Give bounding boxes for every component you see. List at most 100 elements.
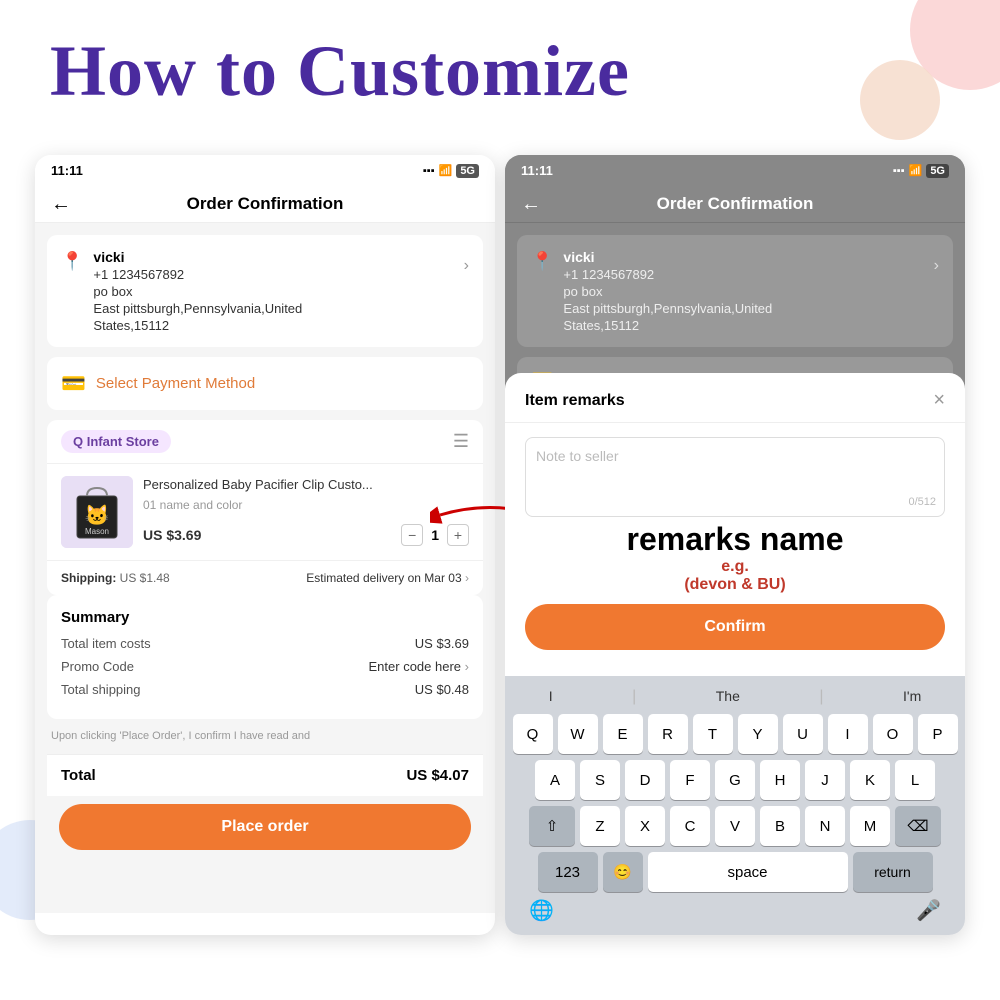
- summary-title-left: Summary: [61, 609, 469, 626]
- shipping-delivery-left: Estimated delivery on Mar 03: [306, 571, 461, 585]
- address-name-right: vicki: [563, 249, 933, 265]
- key-M[interactable]: M: [850, 806, 890, 846]
- remarks-counter: 0/512: [908, 496, 936, 508]
- key-delete[interactable]: ⌫: [895, 806, 941, 846]
- key-123[interactable]: 123: [538, 852, 598, 892]
- summary-card-left: Summary Total item costs US $3.69 Promo …: [47, 595, 483, 719]
- keyboard-suggestions: I | The | I'm: [509, 684, 961, 714]
- key-Z[interactable]: Z: [580, 806, 620, 846]
- wifi-icon: 📶: [439, 164, 453, 177]
- address-phone-left: +1 1234567892: [93, 267, 463, 282]
- shipping-row-left: Shipping: US $1.48 Estimated delivery on…: [47, 560, 483, 595]
- place-order-button[interactable]: Place order: [59, 804, 471, 850]
- signal-icon: ▪▪▪: [423, 165, 435, 177]
- key-F[interactable]: F: [670, 760, 710, 800]
- address-name-left: vicki: [93, 249, 463, 265]
- bg-decoration-peach: [860, 60, 940, 140]
- key-emoji[interactable]: 😊: [603, 852, 643, 892]
- key-mic[interactable]: 🎤: [916, 898, 941, 923]
- suggestion-3[interactable]: I'm: [903, 688, 921, 706]
- annotation-name-text: remarks name: [525, 521, 945, 558]
- key-globe[interactable]: 🌐: [529, 898, 554, 923]
- nav-header-left: ← Order Confirmation: [35, 186, 495, 223]
- store-menu-icon[interactable]: ☰: [453, 431, 469, 452]
- total-row-left: Total US $4.07: [47, 754, 483, 796]
- address-pobox-left: po box: [93, 284, 463, 299]
- key-Y[interactable]: Y: [738, 714, 778, 754]
- address-chevron-left: ›: [464, 257, 469, 275]
- key-D[interactable]: D: [625, 760, 665, 800]
- key-P[interactable]: P: [918, 714, 958, 754]
- key-U[interactable]: U: [783, 714, 823, 754]
- main-title: How to Customize: [50, 30, 630, 113]
- store-section-left: Q Infant Store ☰ 🐱 Mason Personalized Ba…: [47, 420, 483, 595]
- nav-title-right: Order Confirmation: [657, 194, 814, 214]
- confirm-button[interactable]: Confirm: [525, 604, 945, 650]
- status-bar-right: 11:11 ▪▪▪ 📶 5G: [505, 155, 965, 186]
- back-button-right[interactable]: ←: [521, 193, 541, 216]
- disclaimer-left: Upon clicking 'Place Order', I confirm I…: [47, 729, 483, 744]
- key-H[interactable]: H: [760, 760, 800, 800]
- summary-promo[interactable]: Promo Code Enter code here ›: [61, 659, 469, 674]
- key-I[interactable]: I: [828, 714, 868, 754]
- status-icons-left: ▪▪▪ 📶 5G: [423, 164, 479, 178]
- svg-text:Mason: Mason: [85, 527, 109, 536]
- address-info-left: vicki +1 1234567892 po box East pittsbur…: [93, 249, 463, 333]
- address-pobox-right: po box: [563, 284, 933, 299]
- key-O[interactable]: O: [873, 714, 913, 754]
- key-S[interactable]: S: [580, 760, 620, 800]
- key-W[interactable]: W: [558, 714, 598, 754]
- nav-title-left: Order Confirmation: [187, 194, 344, 214]
- key-Q[interactable]: Q: [513, 714, 553, 754]
- qty-minus-left[interactable]: −: [401, 524, 423, 546]
- payment-card-left[interactable]: 💳 Select Payment Method: [47, 357, 483, 410]
- phone-left: 11:11 ▪▪▪ 📶 5G ← Order Confirmation 📍 vi…: [35, 155, 495, 935]
- key-B[interactable]: B: [760, 806, 800, 846]
- remarks-modal-title: Item remarks: [525, 392, 625, 410]
- remarks-body: Note to seller 0/512 remarks name e.g. (…: [505, 423, 965, 676]
- key-space[interactable]: space: [648, 852, 848, 892]
- suggestion-1[interactable]: I: [549, 688, 553, 706]
- key-V[interactable]: V: [715, 806, 755, 846]
- status-bar-left: 11:11 ▪▪▪ 📶 5G: [35, 155, 495, 186]
- key-X[interactable]: X: [625, 806, 665, 846]
- key-R[interactable]: R: [648, 714, 688, 754]
- product-price-left: US $3.69: [143, 527, 201, 543]
- key-T[interactable]: T: [693, 714, 733, 754]
- suggestion-2[interactable]: The: [716, 688, 740, 706]
- key-N[interactable]: N: [805, 806, 845, 846]
- key-E[interactable]: E: [603, 714, 643, 754]
- phone-right: 11:11 ▪▪▪ 📶 5G ← Order Confirmation 📍 vi…: [505, 155, 965, 935]
- payment-text-left: Select Payment Method: [96, 375, 255, 392]
- keyboard-extras: 🌐 🎤: [509, 892, 961, 927]
- wifi-icon-right: 📶: [909, 164, 923, 177]
- address-city-left: East pittsburgh,Pennsylvania,United: [93, 301, 463, 316]
- shipping-label-left: Shipping:: [61, 571, 116, 585]
- svg-text:🐱: 🐱: [85, 504, 110, 527]
- address-card-left[interactable]: 📍 vicki +1 1234567892 po box East pittsb…: [47, 235, 483, 347]
- annotation-eg-text: e.g. (devon & BU): [525, 558, 945, 594]
- key-shift[interactable]: ⇧: [529, 806, 575, 846]
- product-row-left: 🐱 Mason Personalized Baby Pacifier Clip …: [47, 464, 483, 560]
- key-C[interactable]: C: [670, 806, 710, 846]
- key-J[interactable]: J: [805, 760, 845, 800]
- keyboard-row-bottom: 123 😊 space return: [509, 852, 961, 892]
- battery-icon-right: 5G: [926, 164, 949, 178]
- key-A[interactable]: A: [535, 760, 575, 800]
- address-card-right[interactable]: 📍 vicki +1 1234567892 po box East pittsb…: [517, 235, 953, 347]
- key-L[interactable]: L: [895, 760, 935, 800]
- store-name-left[interactable]: Q Infant Store: [61, 430, 171, 453]
- remarks-input-area[interactable]: Note to seller 0/512: [525, 437, 945, 517]
- key-return[interactable]: return: [853, 852, 933, 892]
- status-time-right: 11:11: [521, 163, 553, 178]
- remarks-close-button[interactable]: ×: [933, 389, 945, 412]
- promo-link[interactable]: Enter code here ›: [369, 659, 469, 674]
- address-phone-right: +1 1234567892: [563, 267, 933, 282]
- address-zip-right: States,15112: [563, 318, 933, 333]
- product-image-left: 🐱 Mason: [61, 476, 133, 548]
- back-button-left[interactable]: ←: [51, 193, 71, 216]
- key-G[interactable]: G: [715, 760, 755, 800]
- remarks-modal-header: Item remarks ×: [505, 373, 965, 423]
- address-chevron-right: ›: [934, 257, 939, 275]
- key-K[interactable]: K: [850, 760, 890, 800]
